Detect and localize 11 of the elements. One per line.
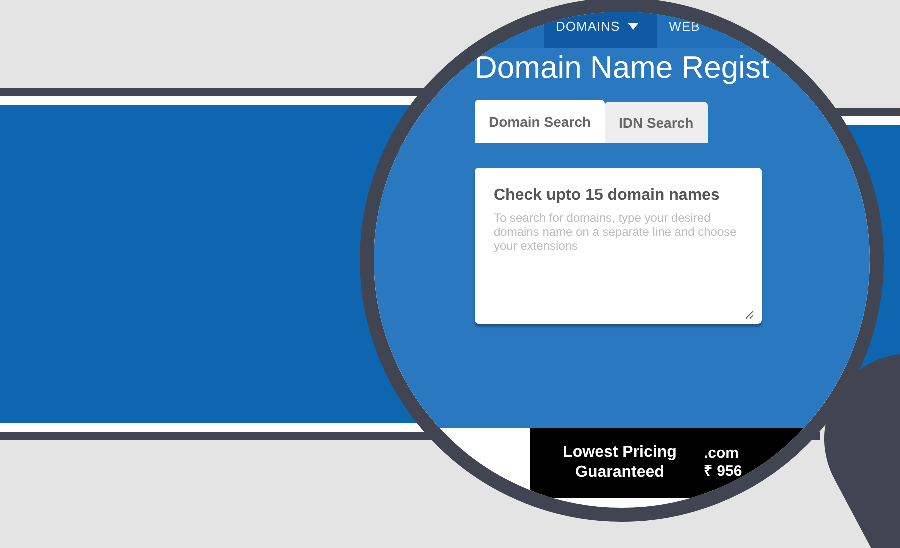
tab[interactable]: Domain Search [475, 100, 605, 143]
domain-price: ₹ 956 [704, 463, 742, 481]
domains-input-field[interactable]: Check upto 15 domain names To search for domains, type your desired domains name on a separate line and choose your extensions [475, 168, 762, 324]
promo-tagline: Lowest Pricing Guaranteed [562, 443, 678, 483]
nav-item[interactable]: WEB [657, 12, 712, 48]
page-title: Domain Name Regist [475, 50, 771, 86]
search-heading: Check upto 15 domain names [494, 187, 721, 205]
caret-icon [628, 22, 640, 30]
tab[interactable]: IDN Search [604, 102, 708, 143]
nav-item[interactable]: DOMAINS [544, 12, 658, 48]
domain-extension: .com [704, 445, 740, 463]
